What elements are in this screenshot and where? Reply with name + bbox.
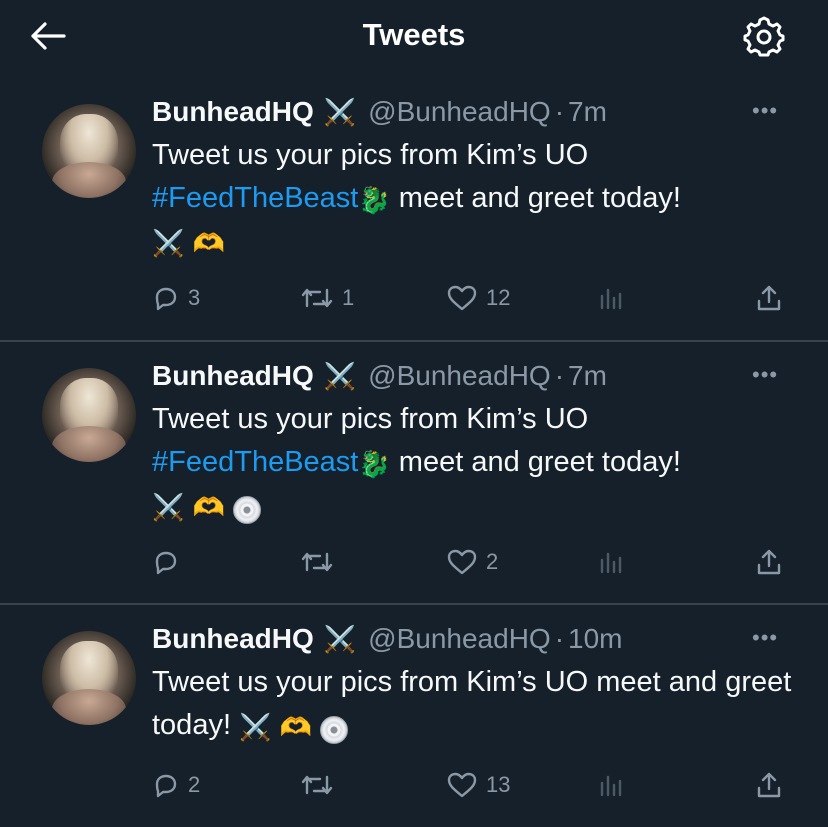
reply-count: 2 bbox=[188, 772, 201, 797]
share-button[interactable] bbox=[754, 542, 784, 582]
like-count: 12 bbox=[486, 285, 511, 310]
share-icon bbox=[757, 285, 781, 311]
reply-icon bbox=[155, 287, 177, 311]
like-count: 2 bbox=[486, 549, 499, 574]
tweet-text: Tweet us your pics from Kim’s UO #FeedTh… bbox=[152, 398, 792, 527]
share-button[interactable] bbox=[754, 765, 784, 805]
more-icon[interactable]: ••• bbox=[752, 362, 778, 388]
tweet-text: Tweet us your pics from Kim’s UO #FeedTh… bbox=[152, 134, 792, 263]
tweet-header: BunheadHQ ⚔️ @BunheadHQ · 7m bbox=[152, 356, 607, 396]
avatar[interactable] bbox=[42, 368, 136, 462]
heart-icon bbox=[447, 285, 477, 311]
crossed-swords-icon: ⚔️ bbox=[323, 623, 357, 654]
hashtag-link[interactable]: #FeedTheBeast bbox=[152, 182, 358, 214]
crossed-swords-emoji: ⚔️ bbox=[152, 228, 185, 258]
separator: · bbox=[554, 623, 565, 654]
handle[interactable]: @BunheadHQ bbox=[368, 360, 551, 392]
like-count: 13 bbox=[486, 772, 511, 797]
reply-count: 3 bbox=[188, 285, 201, 310]
timestamp[interactable]: 10m bbox=[568, 623, 622, 655]
like-button[interactable]: 2 bbox=[446, 542, 498, 582]
timestamp[interactable]: 7m bbox=[568, 360, 607, 392]
tweet-actions: 3 1 12 bbox=[152, 278, 792, 318]
dragon-emoji: 🐉 bbox=[358, 449, 391, 479]
crossed-swords-icon: ⚔️ bbox=[323, 360, 357, 391]
reply-icon bbox=[155, 774, 177, 798]
analytics-icon bbox=[600, 288, 622, 310]
retweet-count: 1 bbox=[342, 285, 355, 310]
display-name[interactable]: BunheadHQ bbox=[152, 96, 314, 128]
tweet[interactable]: BunheadHQ ⚔️ @BunheadHQ · 7m ••• Tweet u… bbox=[0, 341, 828, 604]
handle[interactable]: @BunheadHQ bbox=[368, 96, 551, 128]
crossed-swords-icon: ⚔️ bbox=[323, 96, 357, 127]
tweet-text: Tweet us your pics from Kim’s UO meet an… bbox=[152, 661, 792, 747]
tweet-text-part: Tweet us your pics from Kim’s UO bbox=[152, 139, 589, 171]
retweet-button[interactable]: 1 bbox=[300, 278, 354, 318]
hashtag-link[interactable]: #FeedTheBeast bbox=[152, 446, 358, 478]
page-title: Tweets bbox=[362, 17, 466, 52]
reply-button[interactable]: 3 bbox=[152, 278, 200, 318]
retweet-icon bbox=[301, 775, 333, 795]
display-name[interactable]: BunheadHQ bbox=[152, 360, 314, 392]
heart-hands-emoji: 🫶 bbox=[192, 228, 225, 258]
like-button[interactable]: 12 bbox=[446, 278, 510, 318]
tweet[interactable]: BunheadHQ ⚔️ @BunheadHQ · 7m ••• Tweet u… bbox=[0, 78, 828, 341]
tweet-header: BunheadHQ ⚔️ @BunheadHQ · 7m bbox=[152, 92, 607, 132]
heart-hands-emoji: 🫶 bbox=[279, 712, 312, 742]
top-bar: Tweets bbox=[0, 0, 828, 72]
analytics-button[interactable] bbox=[596, 765, 624, 805]
retweet-button[interactable] bbox=[300, 542, 342, 582]
more-icon[interactable]: ••• bbox=[752, 98, 778, 124]
display-name[interactable]: BunheadHQ bbox=[152, 623, 314, 655]
reply-icon bbox=[155, 551, 177, 575]
tweet-text-part: meet and greet today! bbox=[390, 446, 681, 478]
crossed-swords-emoji: ⚔️ bbox=[239, 712, 272, 742]
timestamp[interactable]: 7m bbox=[568, 96, 607, 128]
heart-icon bbox=[447, 772, 477, 798]
retweet-button[interactable] bbox=[300, 765, 342, 805]
more-icon[interactable]: ••• bbox=[752, 625, 778, 651]
reply-button[interactable]: 2 bbox=[152, 765, 200, 805]
tweet[interactable]: BunheadHQ ⚔️ @BunheadHQ · 10m ••• Tweet … bbox=[0, 604, 828, 827]
like-button[interactable]: 13 bbox=[446, 765, 510, 805]
heart-icon bbox=[447, 549, 477, 575]
share-icon bbox=[757, 549, 781, 575]
disc-emoji: 💿 bbox=[319, 716, 348, 744]
tweet-actions: 2 bbox=[152, 542, 792, 582]
tweet-actions: 2 13 bbox=[152, 765, 792, 805]
crossed-swords-emoji: ⚔️ bbox=[152, 492, 185, 522]
heart-hands-emoji: 🫶 bbox=[192, 492, 225, 522]
retweet-icon bbox=[301, 552, 333, 572]
separator: · bbox=[554, 96, 565, 127]
share-icon bbox=[757, 772, 781, 798]
analytics-icon bbox=[600, 775, 622, 797]
analytics-icon bbox=[600, 552, 622, 574]
dragon-emoji: 🐉 bbox=[358, 185, 391, 215]
disc-emoji: 💿 bbox=[232, 496, 261, 524]
tweet-header: BunheadHQ ⚔️ @BunheadHQ · 10m bbox=[152, 619, 623, 659]
reply-button[interactable] bbox=[152, 542, 188, 582]
separator: · bbox=[554, 360, 565, 391]
tweet-text-part: Tweet us your pics from Kim’s UO bbox=[152, 403, 589, 435]
handle[interactable]: @BunheadHQ bbox=[368, 623, 551, 655]
analytics-button[interactable] bbox=[596, 542, 624, 582]
tweet-text-part: meet and greet today! bbox=[390, 182, 681, 214]
avatar[interactable] bbox=[42, 104, 136, 198]
gear-icon[interactable] bbox=[740, 12, 788, 60]
share-button[interactable] bbox=[754, 278, 784, 318]
analytics-button[interactable] bbox=[596, 278, 624, 318]
retweet-icon bbox=[301, 288, 333, 308]
avatar[interactable] bbox=[42, 631, 136, 725]
